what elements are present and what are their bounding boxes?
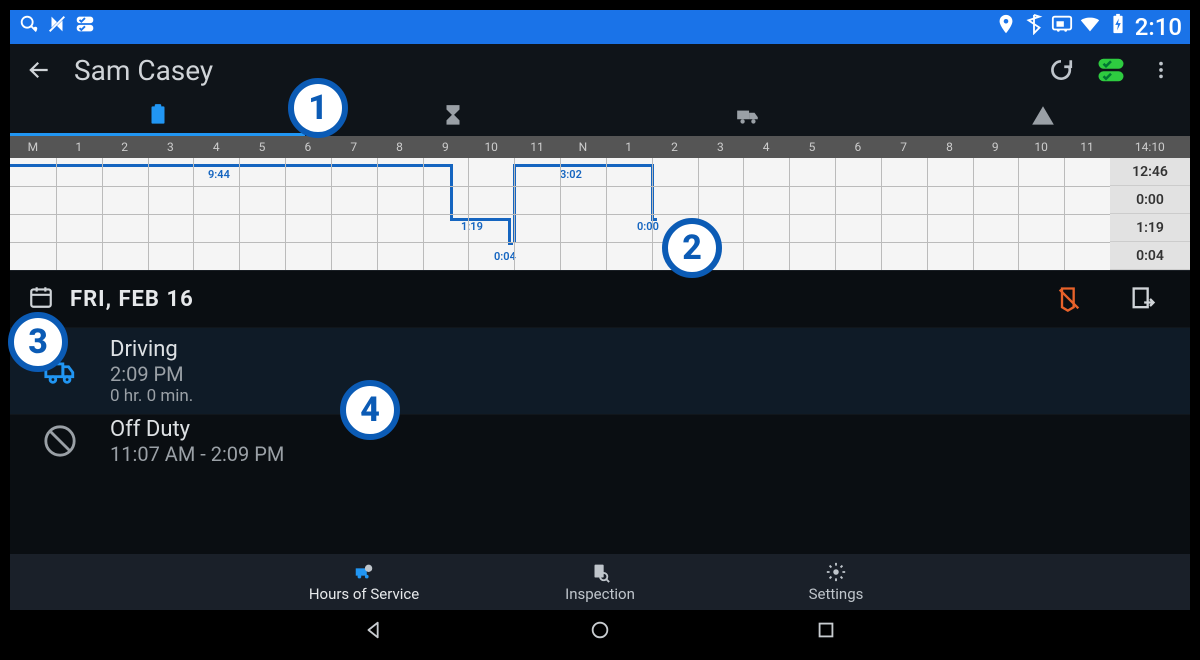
seg-zero: 0:00 [637, 220, 659, 233]
voice-search-icon [18, 13, 40, 41]
bottom-nav: Hours of Service Inspection Settings [10, 554, 1190, 610]
status-bar: 2:10 [10, 10, 1190, 44]
callout-3: 3 [8, 312, 68, 372]
screen: 2:10 Sam Casey M1234567891011N1234567891… [10, 10, 1190, 650]
tab-vehicle[interactable] [600, 96, 895, 136]
seg-off-duty-2: 3:02 [560, 168, 582, 181]
export-log-icon[interactable] [1114, 285, 1172, 313]
status-time: 2:09 PM [110, 362, 193, 386]
off-duty-icon [40, 424, 80, 458]
view-tabs [10, 96, 1190, 136]
status-time: 11:07 AM - 2:09 PM [110, 442, 284, 466]
driver-name: Sam Casey [74, 54, 213, 87]
current-date: FRI, FEB 16 [70, 287, 194, 312]
back-arrow-icon[interactable] [24, 55, 54, 85]
battery-charging-icon [1107, 13, 1129, 41]
status-ok-icon[interactable] [1096, 55, 1126, 85]
refresh-icon[interactable] [1046, 55, 1076, 85]
tab-log[interactable] [10, 96, 305, 136]
calendar-icon[interactable] [28, 284, 54, 314]
wifi-icon [1079, 13, 1101, 41]
nav-inspection[interactable]: Inspection [482, 554, 718, 610]
seg-driving: 1:19 [461, 220, 483, 233]
seg-on-duty-short: 0:04 [494, 250, 516, 263]
bluetooth-icon [1023, 13, 1045, 41]
status-label: Driving [110, 337, 193, 362]
status-label: Off Duty [110, 417, 284, 442]
android-nav-bar [10, 610, 1190, 650]
clock-text: 2:10 [1135, 13, 1182, 41]
status-duration: 0 hr. 0 min. [110, 386, 193, 406]
recents-softkey[interactable] [813, 617, 839, 643]
truck-status-icon [1051, 13, 1073, 41]
callout-4: 4 [340, 380, 400, 440]
seg-off-duty-1: 9:44 [208, 168, 230, 181]
list-item[interactable]: Off Duty 11:07 AM - 2:09 PM [10, 414, 1190, 467]
tab-alerts[interactable] [895, 96, 1190, 136]
overflow-menu-icon[interactable] [1146, 55, 1176, 85]
duty-status-grid[interactable]: M1234567891011N123456789101114:10 9:44 1… [10, 136, 1190, 270]
location-icon [995, 13, 1017, 41]
tab-sand-timer[interactable] [305, 96, 600, 136]
no-network-icon [46, 13, 68, 41]
app-title-bar: Sam Casey [10, 44, 1190, 96]
edit-log-icon[interactable] [1040, 285, 1098, 313]
list-item[interactable]: Driving 2:09 PM 0 hr. 0 min. [10, 327, 1190, 414]
checklist-icon [74, 13, 96, 41]
callout-1: 1 [288, 78, 348, 138]
date-row: FRI, FEB 16 [10, 270, 1190, 327]
nav-hours-of-service[interactable]: Hours of Service [246, 554, 482, 610]
callout-2: 2 [662, 218, 722, 278]
back-softkey[interactable] [361, 617, 387, 643]
home-softkey[interactable] [587, 617, 613, 643]
nav-settings[interactable]: Settings [718, 554, 954, 610]
